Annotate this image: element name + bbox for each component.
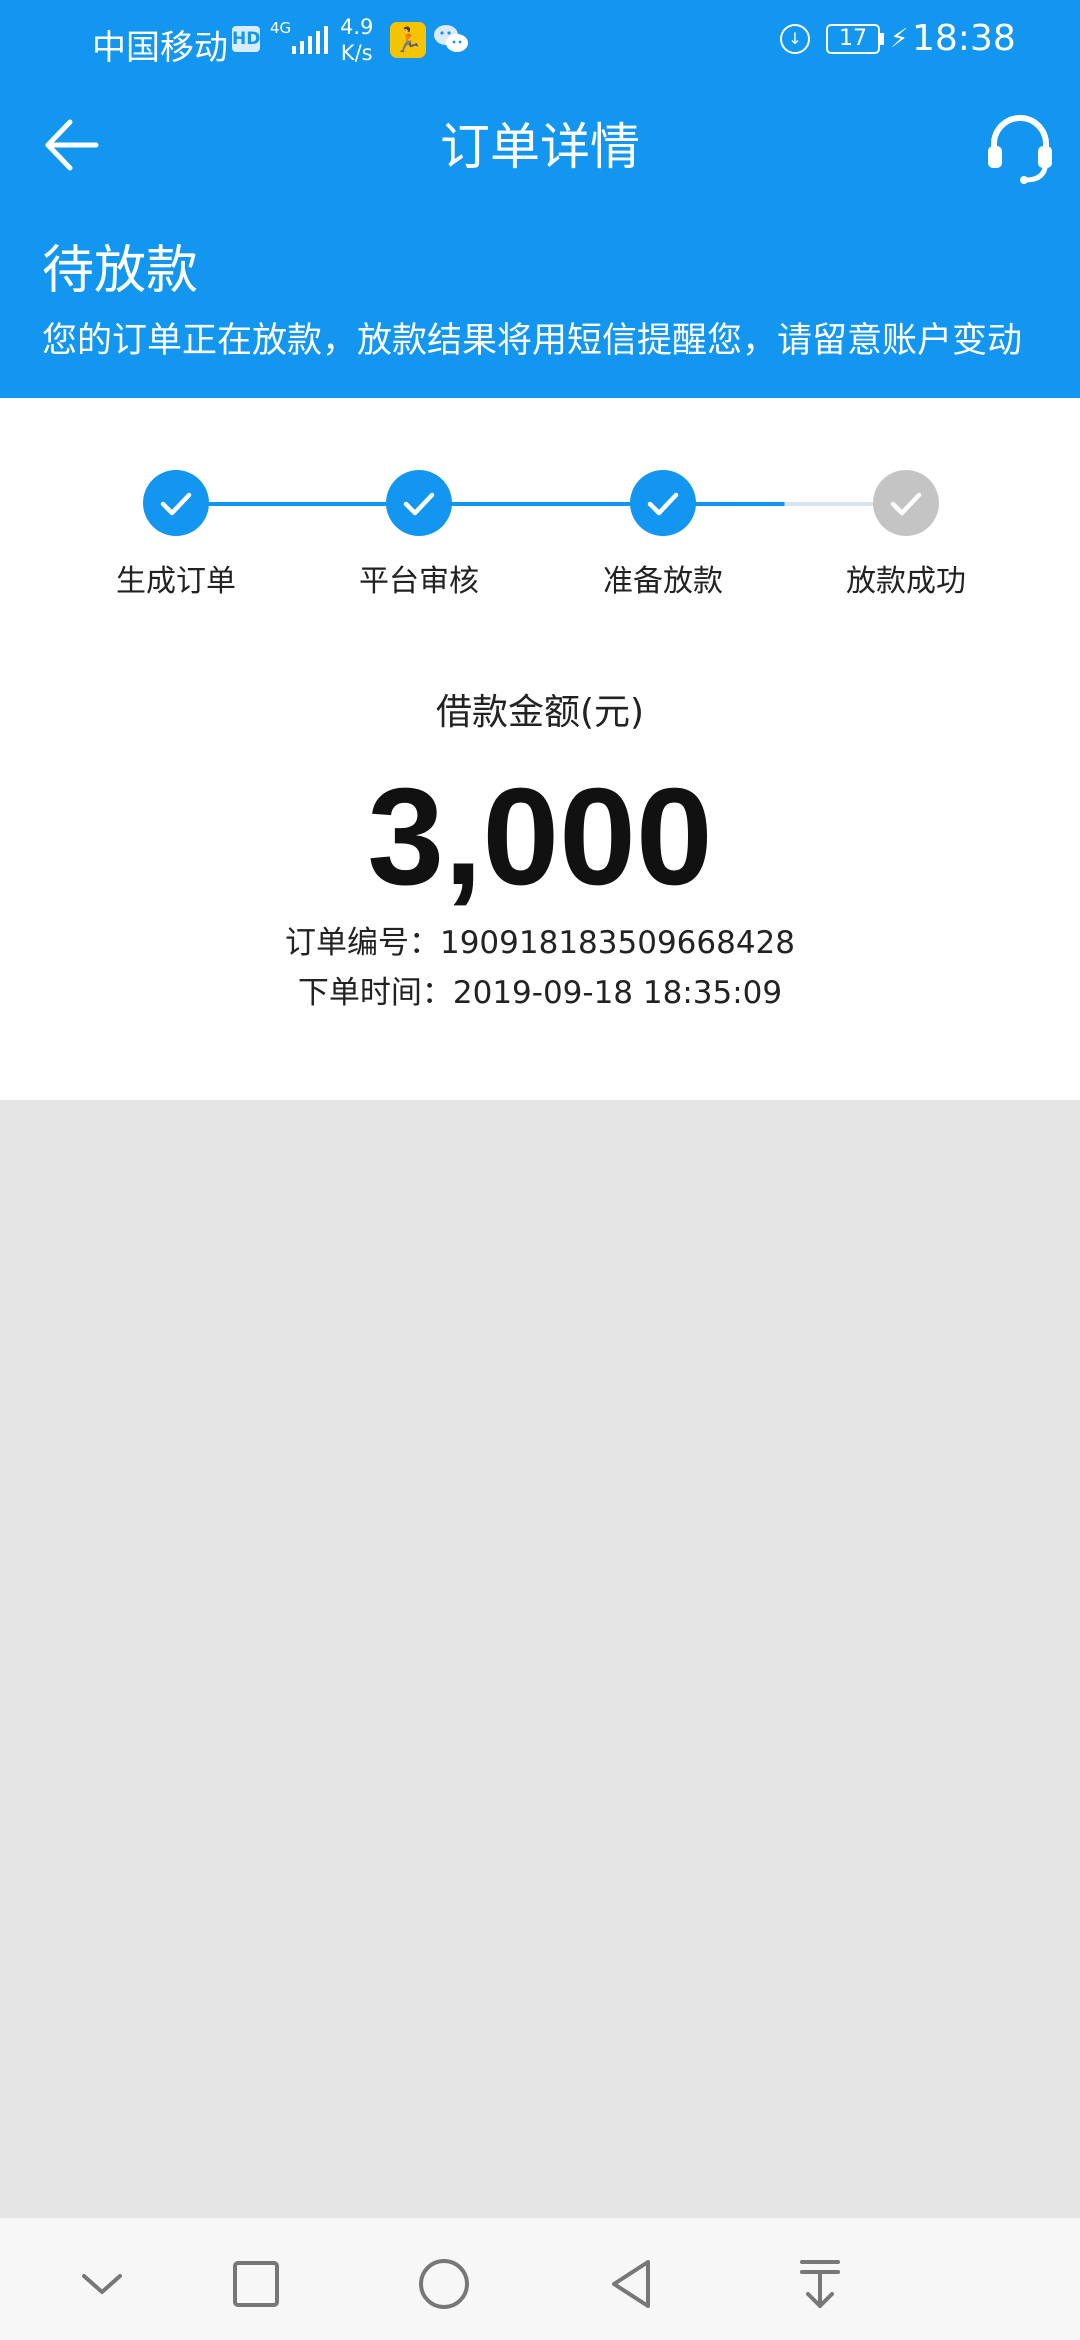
order-time: 2019-09-18 18:35:09 (452, 975, 783, 1011)
network-speed: 4.9 K/s (340, 14, 373, 66)
step-connector-3 (663, 502, 906, 506)
customer-service-button[interactable] (980, 108, 1060, 188)
order-time-label: 下单时间： (297, 975, 453, 1011)
order-number-row: 订单编号：190918183509668428 (0, 920, 1080, 966)
hd-badge: HD (232, 26, 260, 52)
triangle-back-icon (612, 2260, 650, 2308)
order-status-title: 待放款 (42, 241, 199, 301)
step-1-check (143, 470, 209, 536)
order-status-description: 您的订单正在放款，放款结果将用短信提醒您，请留意账户变动 (42, 321, 1023, 361)
data-saver-icon: ↓ (780, 24, 810, 54)
progress-steps: 生成订单 平台审核 准备放款 放款成功 (0, 398, 1080, 638)
notification-pull-button[interactable] (790, 2254, 850, 2314)
wechat-icon (432, 22, 470, 64)
chevron-down-icon (82, 2274, 122, 2294)
speed-value: 4.9 (340, 15, 374, 39)
recent-apps-button[interactable] (226, 2254, 286, 2314)
check-icon (160, 492, 192, 516)
speed-unit: K/s (340, 41, 373, 65)
step-connector-2 (420, 502, 663, 506)
order-card: 生成订单 平台审核 准备放款 放款成功 借款金额(元) 3,000 订单编号：1… (0, 398, 1080, 1100)
header-area: 中国移动 HD 4G 4.9 K/s 🏃 ↓ 17 ⚡ 18:38 订单详情 待… (0, 0, 1080, 398)
home-button[interactable] (414, 2254, 474, 2314)
loan-amount-label: 借款金额(元) (435, 692, 645, 733)
carrier-name: 中国移动 (92, 28, 228, 68)
system-nav-bar (0, 2218, 1080, 2340)
check-icon (647, 492, 679, 516)
step-4-label: 放款成功 (846, 564, 966, 599)
circle-home-icon (419, 2259, 469, 2309)
status-bar: 中国移动 HD 4G 4.9 K/s 🏃 ↓ 17 ⚡ 18:38 (0, 0, 1080, 80)
charging-icon: ⚡ (890, 24, 909, 54)
back-nav-button[interactable] (602, 2254, 662, 2314)
step-2-check (386, 470, 452, 536)
step-3-check (630, 470, 696, 536)
download-icon (800, 2260, 840, 2308)
order-time-row: 下单时间：2019-09-18 18:35:09 (0, 970, 1080, 1016)
step-3-label: 准备放款 (603, 564, 723, 599)
runner-app-icon: 🏃 (390, 22, 426, 58)
clock: 18:38 (912, 18, 1016, 59)
step-2-label: 平台审核 (359, 564, 479, 599)
signal-icon (290, 26, 334, 64)
check-icon (890, 492, 922, 516)
battery-tip (880, 33, 884, 45)
battery-level: 17 (826, 24, 880, 54)
square-icon (233, 2261, 279, 2307)
check-icon (403, 492, 435, 516)
page-title: 订单详情 (440, 118, 640, 176)
network-type: 4G (270, 19, 292, 37)
headset-icon (988, 115, 1052, 184)
hide-nav-button[interactable] (72, 2254, 132, 2314)
order-number-label: 订单编号： (284, 925, 440, 961)
order-number: 190918183509668428 (439, 925, 796, 961)
step-1-label: 生成订单 (116, 564, 236, 599)
loan-amount: 3,000 (367, 760, 713, 914)
step-connector-1 (176, 502, 420, 506)
step-4-check (873, 470, 939, 536)
